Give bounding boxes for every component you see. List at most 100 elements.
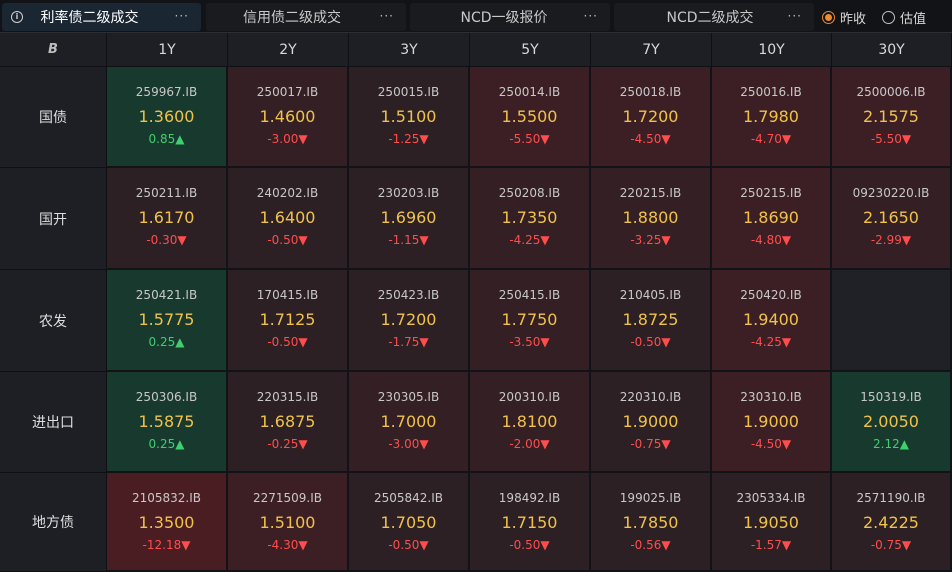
quote-cell[interactable]: 200310.IB 1.8100 -2.00▼ [470, 372, 591, 473]
quote-cell[interactable]: 2571190.IB 2.4225 -0.75▼ [832, 473, 952, 572]
arrow-down-icon: ▼ [661, 335, 671, 349]
change-value: -5.50 [870, 132, 902, 146]
yield-change: -3.00▼ [228, 132, 347, 146]
quote-cell[interactable]: 220315.IB 1.6875 -0.25▼ [228, 372, 349, 473]
bond-code: 250014.IB [498, 85, 561, 99]
change-value: -0.30 [146, 233, 178, 247]
quote-cell[interactable]: 250215.IB 1.8690 -4.80▼ [712, 168, 832, 270]
arrow-down-icon: ▼ [901, 538, 912, 552]
quote-cell[interactable]: 250211.IB 1.6170 -0.30▼ [107, 168, 228, 270]
radio-valuation[interactable]: 估值 [882, 8, 926, 27]
quote-cell[interactable]: 250016.IB 1.7980 -4.70▼ [712, 67, 832, 168]
yield-change: -5.50▼ [832, 132, 950, 146]
bond-yield: 1.7200 [622, 107, 679, 126]
arrow-down-icon: ▼ [901, 233, 912, 247]
tab-rate-bond-secondary[interactable]: i 利率债二级成交 ··· [2, 3, 201, 31]
arrow-down-icon: ▼ [781, 437, 792, 451]
more-icon[interactable]: ··· [380, 10, 394, 22]
quote-cell[interactable]: 150319.IB 2.0050 2.12▲ [832, 372, 952, 473]
yield-change: -3.00▼ [349, 437, 468, 451]
quote-cell[interactable]: 250018.IB 1.7200 -4.50▼ [591, 67, 712, 168]
yield-change: -0.50▼ [591, 335, 710, 349]
column-header: 1Y [107, 33, 228, 67]
radio-prev-close[interactable]: 昨收 [822, 8, 866, 27]
bond-code: 220310.IB [619, 390, 682, 404]
quote-cell[interactable]: 2271509.IB 1.5100 -4.30▼ [228, 473, 349, 572]
bond-yield: 1.9000 [622, 412, 679, 431]
column-header-row: B 1Y 2Y 3Y 5Y 7Y 10Y 30Y [0, 33, 952, 67]
arrow-down-icon: ▼ [781, 538, 792, 552]
quote-cell[interactable]: 250017.IB 1.4600 -3.00▼ [228, 67, 349, 168]
corner-cell: B [0, 33, 107, 67]
quote-cell[interactable]: 210405.IB 1.8725 -0.50▼ [591, 270, 712, 372]
bond-yield: 1.6400 [259, 208, 316, 227]
table-row: 国开 250211.IB 1.6170 -0.30▼ 240202.IB 1.6400 -0… [0, 168, 952, 270]
arrow-down-icon: ▼ [540, 233, 550, 247]
quote-cell[interactable]: 170415.IB 1.7125 -0.50▼ [228, 270, 349, 372]
quote-cell[interactable]: 240202.IB 1.6400 -0.50▼ [228, 168, 349, 270]
tab-label: NCD二级成交 [666, 10, 754, 26]
quote-cell[interactable]: 2505842.IB 1.7050 -0.50▼ [349, 473, 470, 572]
radio-label: 估值 [900, 12, 927, 27]
empty-cell [832, 270, 952, 372]
arrow-down-icon: ▼ [419, 335, 429, 349]
change-value: -3.50 [509, 335, 541, 349]
bond-code: 250208.IB [498, 186, 561, 200]
more-icon[interactable]: ··· [584, 10, 598, 22]
yield-change: -0.50▼ [228, 233, 347, 247]
quote-cell[interactable]: 199025.IB 1.7850 -0.56▼ [591, 473, 712, 572]
quote-cell[interactable]: 198492.IB 1.7150 -0.50▼ [470, 473, 591, 572]
column-header: 10Y [712, 33, 832, 67]
arrow-down-icon: ▼ [540, 538, 550, 552]
quote-cell[interactable]: 230310.IB 1.9000 -4.50▼ [712, 372, 832, 473]
tab-credit-bond-secondary[interactable]: 信用债二级成交 ··· [206, 3, 406, 31]
change-value: -1.75 [388, 335, 420, 349]
arrow-down-icon: ▼ [901, 132, 912, 146]
bond-code: 2305334.IB [736, 491, 806, 505]
change-value: -4.50 [750, 437, 782, 451]
change-value: -4.50 [630, 132, 662, 146]
arrow-down-icon: ▼ [540, 437, 550, 451]
quote-cell[interactable]: 250421.IB 1.5775 0.25▲ [107, 270, 228, 372]
tab-ncd-primary-quote[interactable]: NCD一级报价 ··· [410, 3, 610, 31]
yield-change: -1.75▼ [349, 335, 468, 349]
quote-cell[interactable]: 09230220.IB 2.1650 -2.99▼ [832, 168, 952, 270]
bond-yield: 1.7750 [501, 310, 558, 329]
info-icon[interactable]: i [11, 11, 23, 23]
change-value: -0.25 [267, 437, 299, 451]
bond-code: 2571190.IB [856, 491, 926, 505]
change-value: -0.50 [267, 233, 299, 247]
change-value: -1.15 [388, 233, 420, 247]
bond-yield: 1.8800 [622, 208, 679, 227]
quote-cell[interactable]: 2500006.IB 2.1575 -5.50▼ [832, 67, 952, 168]
quote-cell[interactable]: 2105832.IB 1.3500 -12.18▼ [107, 473, 228, 572]
bond-code: 250415.IB [498, 288, 561, 302]
radio-button[interactable] [882, 11, 895, 24]
quote-cell[interactable]: 230305.IB 1.7000 -3.00▼ [349, 372, 470, 473]
quote-cell[interactable]: 230203.IB 1.6960 -1.15▼ [349, 168, 470, 270]
quote-cell[interactable]: 250420.IB 1.9400 -4.25▼ [712, 270, 832, 372]
rate-bond-grid: B 1Y 2Y 3Y 5Y 7Y 10Y 30Y 国债 259967.IB 1.3600 0.85… [0, 33, 952, 572]
quote-cell[interactable]: 220310.IB 1.9000 -0.75▼ [591, 372, 712, 473]
quote-cell[interactable]: 259967.IB 1.3600 0.85▲ [107, 67, 228, 168]
arrow-down-icon: ▼ [298, 233, 308, 247]
arrow-down-icon: ▼ [661, 233, 671, 247]
radio-button-checked[interactable] [822, 11, 835, 24]
yield-change: -4.50▼ [712, 437, 830, 451]
change-value: -0.75 [870, 538, 902, 552]
arrow-up-icon: ▲ [899, 437, 909, 451]
quote-cell[interactable]: 250015.IB 1.5100 -1.25▼ [349, 67, 470, 168]
quote-cell[interactable]: 250306.IB 1.5875 0.25▲ [107, 372, 228, 473]
quote-cell[interactable]: 250014.IB 1.5500 -5.50▼ [470, 67, 591, 168]
quote-cell[interactable]: 2305334.IB 1.9050 -1.57▼ [712, 473, 832, 572]
change-value: -4.25 [750, 335, 782, 349]
tab-ncd-secondary[interactable]: NCD二级成交 ··· [614, 3, 814, 31]
brand-logo-icon: B [48, 42, 58, 57]
quote-cell[interactable]: 250423.IB 1.7200 -1.75▼ [349, 270, 470, 372]
more-icon[interactable]: ··· [788, 10, 802, 22]
quote-cell[interactable]: 220215.IB 1.8800 -3.25▼ [591, 168, 712, 270]
more-icon[interactable]: ··· [175, 10, 189, 22]
quote-cell[interactable]: 250208.IB 1.7350 -4.25▼ [470, 168, 591, 270]
quote-cell[interactable]: 250415.IB 1.7750 -3.50▼ [470, 270, 591, 372]
change-value: 0.25 [148, 335, 176, 349]
